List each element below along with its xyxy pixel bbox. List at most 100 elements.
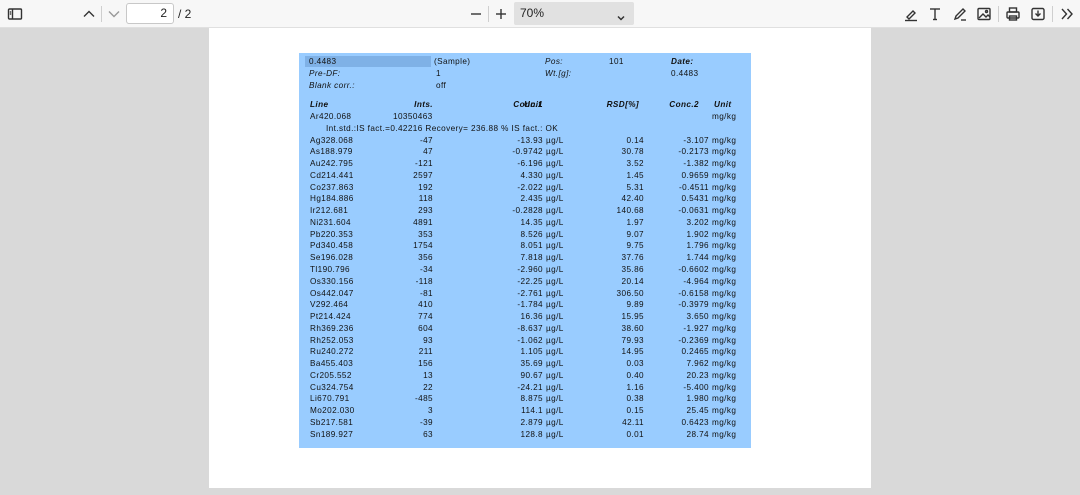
cell-conc1: -1.784 <box>517 300 543 310</box>
cell-ints: 604 <box>418 323 433 333</box>
cell-line: As188.979 <box>310 147 353 157</box>
table-row: Se196.028 356 7.818 µg/L 37.76 1.744 mg/kg <box>299 252 751 264</box>
cell-unit1: µg/L <box>546 288 564 298</box>
table-row: Cu324.754 22 -24.21 µg/L 1.16 -5.400 mg/kg <box>299 382 751 394</box>
pos-value: 101 <box>609 57 624 66</box>
table-row: Sn189.927 63 128.8 µg/L 0.01 28.74 mg/kg <box>299 429 751 441</box>
zoom-out-icon[interactable] <box>466 4 486 24</box>
is-note-row: Int.std.:IS fact.=0.42216 Recovery= 236.… <box>299 123 751 135</box>
cell-conc1: 114.1 <box>521 406 543 416</box>
sidebar-toggle-icon[interactable] <box>5 4 25 24</box>
cell-conc1: -24.21 <box>517 382 543 392</box>
cell-conc1: -2.022 <box>517 182 543 192</box>
cell-conc2: 1.902 <box>686 229 709 239</box>
cell-ints: 4891 <box>413 217 433 227</box>
table-row: Os330.156 -118 -22.25 µg/L 20.14 -4.964 mg/kg <box>299 276 751 288</box>
cell-conc1: 16.36 <box>520 312 543 322</box>
table-row: Ba455.403 156 35.69 µg/L 0.03 7.962 mg/kg <box>299 358 751 370</box>
cell-line: Hg184.886 <box>310 194 354 204</box>
cell-conc1: 8.526 <box>520 229 543 239</box>
cell-unit1: µg/L <box>546 206 564 216</box>
cell-conc1: 7.818 <box>520 253 543 263</box>
cell-line: Rh369.236 <box>310 323 354 333</box>
cell-conc1: -2.960 <box>517 264 543 274</box>
pdf-toolbar: 2 / 2 70% <box>0 0 1080 28</box>
cell-line: Li670.791 <box>310 394 350 404</box>
cell-ints: 353 <box>418 229 433 239</box>
cell-ints: 63 <box>423 429 433 439</box>
col-line: Line <box>310 100 329 109</box>
date-label: Date: <box>671 57 694 66</box>
cell-conc1: 4.330 <box>520 170 543 180</box>
page-number-input[interactable]: 2 <box>126 3 174 24</box>
next-page-icon[interactable] <box>104 4 124 24</box>
cell-rsd: 0.40 <box>626 370 644 380</box>
draw-icon[interactable] <box>950 4 970 24</box>
zoom-value: 70% <box>520 6 545 20</box>
table-row: As188.979 47 -0.9742 µg/L 30.78 -0.2173 mg/kg <box>299 146 751 158</box>
table-row: Pt214.424 774 16.36 µg/L 15.95 3.650 mg/kg <box>299 311 751 323</box>
cell-conc2: 1.980 <box>686 394 709 404</box>
table-row: Hg184.886 118 2.435 µg/L 42.40 0.5431 mg/kg <box>299 193 751 205</box>
cell-conc2: -1.927 <box>683 323 709 333</box>
image-icon[interactable] <box>974 4 994 24</box>
weight-label: Wt.[g]: <box>545 69 572 78</box>
cell-rsd: 1.97 <box>626 217 644 227</box>
cell-unit2: mg/kg <box>712 323 737 333</box>
cell-unit1: µg/L <box>546 323 564 333</box>
cell-ints: 356 <box>418 253 433 263</box>
cell-conc2: -0.2369 <box>678 335 709 345</box>
cell-line: Os330.156 <box>310 276 354 286</box>
cell-unit2: mg/kg <box>712 159 737 169</box>
col-ints: Ints. <box>414 100 433 109</box>
cell-line: Se196.028 <box>310 253 354 263</box>
table-row: Ir212.681 293 -0.2828 µg/L 140.68 -0.0631 mg/k… <box>299 205 751 217</box>
cell-line: Os442.047 <box>310 288 354 298</box>
cell-conc1: 8.875 <box>520 394 543 404</box>
sample-id: 0.4483 <box>305 56 431 67</box>
more-tools-icon[interactable] <box>1057 4 1077 24</box>
cell-unit1: µg/L <box>546 382 564 392</box>
cell-rsd: 140.68 <box>616 206 644 216</box>
cell-conc1: 8.051 <box>520 241 543 251</box>
cell-rsd: 0.01 <box>626 429 644 439</box>
highlight-icon[interactable] <box>901 4 921 24</box>
cell-ints: 192 <box>418 182 433 192</box>
cell-unit1: µg/L <box>546 335 564 345</box>
table-row: Co237.863 192 -2.022 µg/L 5.31 -0.4511 mg/kg <box>299 182 751 194</box>
zoom-select[interactable]: 70% <box>514 2 634 25</box>
cell-line: Tl190.796 <box>310 264 351 274</box>
cell-ints: -47 <box>419 135 433 145</box>
cell-line: Cu324.754 <box>310 382 354 392</box>
cell-conc2: 25.45 <box>686 406 709 416</box>
blank-corr-value: off <box>436 81 447 90</box>
save-icon[interactable] <box>1028 4 1048 24</box>
cell-ints: 1754 <box>413 241 433 251</box>
cell-conc2: -1.382 <box>683 159 709 169</box>
cell-line: Pt214.424 <box>310 312 351 322</box>
text-tool-icon[interactable] <box>925 4 945 24</box>
sample-type: (Sample) <box>434 57 471 66</box>
cell-ints: 2597 <box>413 170 433 180</box>
cell-conc2: -4.964 <box>683 276 709 286</box>
cell-unit2: mg/kg <box>712 312 737 322</box>
col-rsd: RSD[%] <box>606 100 639 109</box>
report-table: 0.4483 (Sample) Pos: 101 Date: Pre-DF: 1… <box>299 53 751 448</box>
previous-page-icon[interactable] <box>79 4 99 24</box>
toolbar-divider <box>101 6 102 22</box>
cell-ints: 293 <box>418 206 433 216</box>
cell-ints: -485 <box>415 394 433 404</box>
zoom-in-icon[interactable] <box>491 4 511 24</box>
cell-line: Ir212.681 <box>310 206 349 216</box>
document-viewer[interactable]: 0.4483 (Sample) Pos: 101 Date: Pre-DF: 1… <box>0 28 1080 495</box>
cell-unit1: µg/L <box>546 229 564 239</box>
cell-rsd: 0.03 <box>626 359 644 369</box>
cell-unit2: mg/kg <box>712 276 737 286</box>
print-icon[interactable] <box>1003 4 1023 24</box>
table-row: Rh369.236 604 -8.637 µg/L 38.60 -1.927 mg/kg <box>299 323 751 335</box>
cell-unit1: µg/L <box>546 264 564 274</box>
cell-rsd: 20.14 <box>621 276 644 286</box>
cell-rsd: 9.89 <box>626 300 644 310</box>
cell-unit2: mg/kg <box>712 206 737 216</box>
cell-conc2: 20.23 <box>686 370 709 380</box>
